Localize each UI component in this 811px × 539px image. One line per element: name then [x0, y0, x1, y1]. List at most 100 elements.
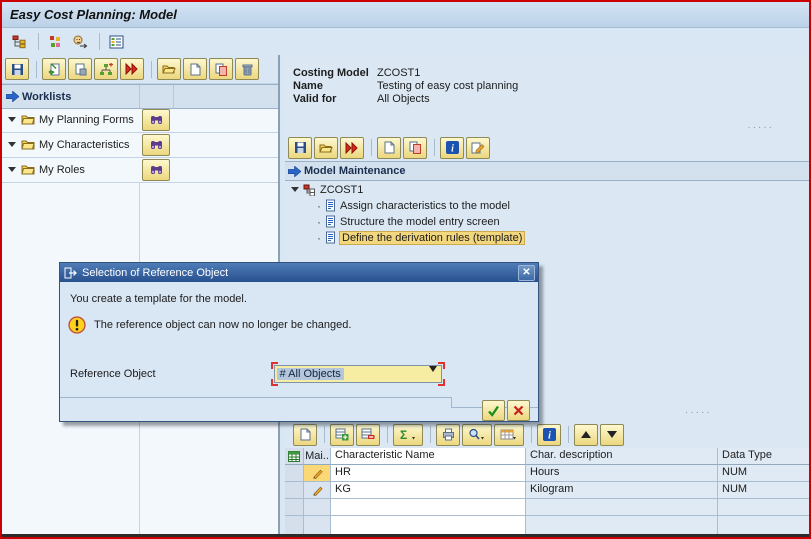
- worklist-item-label[interactable]: My Planning Forms: [39, 114, 134, 126]
- column-header-characteristic-name[interactable]: Characteristic Name: [331, 448, 526, 465]
- table-view-icon[interactable]: [105, 32, 127, 52]
- info-button[interactable]: i: [537, 423, 561, 446]
- sap-window: Easy Cost Planning: Model Worklists My P…: [0, 0, 811, 539]
- new-document-button[interactable]: [183, 58, 207, 80]
- table-row[interactable]: [285, 499, 809, 516]
- insert-row-button[interactable]: [330, 423, 354, 446]
- open-button[interactable]: [157, 58, 181, 80]
- data-type-cell[interactable]: NUM: [718, 482, 809, 499]
- save-button[interactable]: [5, 58, 29, 80]
- delete-row-button[interactable]: [356, 423, 380, 446]
- table-row[interactable]: HR Hours NUM: [285, 465, 809, 482]
- tree-item-label[interactable]: Structure the model entry screen: [340, 216, 500, 228]
- column-header-maintain[interactable]: Mai..: [304, 448, 331, 465]
- data-type-cell[interactable]: NUM: [718, 465, 809, 482]
- worklist-item-label[interactable]: My Roles: [39, 164, 85, 176]
- characteristic-name-cell[interactable]: HR: [331, 465, 526, 482]
- document-icon: [326, 215, 335, 228]
- toolbar-separator: [324, 426, 325, 443]
- worklist-item-roles[interactable]: My Roles: [2, 157, 278, 183]
- row-selector[interactable]: [285, 465, 304, 482]
- find-view-button[interactable]: [462, 423, 492, 446]
- row-selector[interactable]: [285, 482, 304, 499]
- find-button[interactable]: [142, 133, 170, 156]
- characteristic-name-cell[interactable]: KG: [331, 482, 526, 499]
- collapse-caret-icon[interactable]: [8, 142, 16, 147]
- tree-item-define-derivation-rules[interactable]: · Define the derivation rules (template): [317, 230, 526, 245]
- print-button[interactable]: [436, 423, 460, 446]
- display-entry-button[interactable]: [68, 58, 92, 80]
- data-type-cell[interactable]: [718, 499, 809, 516]
- grid-settings-button[interactable]: [494, 423, 524, 446]
- find-button[interactable]: [142, 108, 170, 131]
- tree-item-structure-entry-screen[interactable]: · Structure the model entry screen: [317, 214, 500, 229]
- close-icon[interactable]: ✕: [518, 265, 535, 281]
- fast-forward-button[interactable]: [120, 58, 144, 80]
- cancel-button[interactable]: [507, 400, 530, 421]
- char-description-cell[interactable]: Hours: [526, 465, 718, 482]
- move-down-button[interactable]: [600, 423, 624, 446]
- find-button[interactable]: [142, 158, 170, 181]
- characteristics-table: Mai.. Characteristic Name Char. descript…: [285, 448, 809, 537]
- tree-root-zcost1[interactable]: ZCOST1: [291, 182, 363, 197]
- dialog-message: You create a template for the model.: [70, 293, 247, 305]
- info-button[interactable]: i: [440, 136, 464, 159]
- tree-item-label[interactable]: Assign characteristics to the model: [340, 200, 510, 212]
- sum-button[interactable]: Σ: [393, 423, 423, 446]
- characteristic-name-cell[interactable]: [331, 499, 526, 516]
- fast-forward-button[interactable]: [340, 136, 364, 159]
- row-selector[interactable]: [285, 499, 304, 516]
- dialog-exit-icon: [64, 267, 77, 278]
- delete-button[interactable]: [235, 58, 259, 80]
- worklist-toolbar: [2, 55, 278, 84]
- maintain-cell[interactable]: [304, 465, 331, 482]
- collapse-caret-icon[interactable]: [8, 167, 16, 172]
- title-bar: Easy Cost Planning: Model: [2, 2, 809, 28]
- new-document-button[interactable]: [293, 423, 317, 446]
- assign-user-icon[interactable]: [69, 32, 91, 52]
- move-up-button[interactable]: [574, 423, 598, 446]
- tree-item-assign-characteristics[interactable]: · Assign characteristics to the model: [317, 198, 510, 213]
- copy-button[interactable]: [403, 136, 427, 159]
- maintain-cell[interactable]: [304, 499, 331, 516]
- dialog-title-bar[interactable]: Selection of Reference Object ✕: [60, 263, 538, 282]
- dialog-footer-divider: [60, 397, 452, 398]
- maintain-cell[interactable]: [304, 482, 331, 499]
- blocks-icon[interactable]: [44, 32, 66, 52]
- toolbar-separator: [434, 139, 435, 156]
- blue-arrow-icon: [288, 165, 301, 177]
- char-description-cell[interactable]: Kilogram: [526, 482, 718, 499]
- collapse-caret-icon[interactable]: [291, 187, 299, 192]
- tree-item-label-highlighted[interactable]: Define the derivation rules (template): [338, 230, 526, 245]
- table-corner-icon[interactable]: [285, 448, 304, 465]
- create-entry-button[interactable]: [42, 58, 66, 80]
- confirm-button[interactable]: [482, 400, 505, 421]
- splitter-handle[interactable]: ·····: [685, 408, 712, 418]
- column-header-data-type[interactable]: Data Type: [718, 448, 809, 465]
- chevron-down-icon[interactable]: [428, 366, 437, 384]
- worklist-item-label[interactable]: My Characteristics: [39, 139, 129, 151]
- tree-root-label[interactable]: ZCOST1: [320, 184, 363, 196]
- toolbar-separator: [568, 426, 569, 443]
- new-document-button[interactable]: [377, 136, 401, 159]
- reference-object-dropdown[interactable]: # All Objects: [273, 365, 442, 384]
- splitter-handle[interactable]: ·····: [747, 123, 774, 133]
- save-button[interactable]: [288, 136, 312, 159]
- worklists-header: Worklists: [2, 84, 278, 109]
- collapse-caret-icon[interactable]: [8, 117, 16, 122]
- worklist-item-planning-forms[interactable]: My Planning Forms: [2, 107, 278, 133]
- char-description-cell[interactable]: [526, 499, 718, 516]
- bullet: ·: [317, 214, 321, 229]
- hierarchy-tree-icon[interactable]: [8, 32, 30, 52]
- folder-icon: [21, 115, 35, 125]
- column-header-char-description[interactable]: Char. description: [526, 448, 718, 465]
- model-maintenance-header: Model Maintenance: [285, 161, 809, 181]
- worklist-item-characteristics[interactable]: My Characteristics: [2, 132, 278, 158]
- edit-button[interactable]: [466, 136, 490, 159]
- copy-button[interactable]: [209, 58, 233, 80]
- reference-object-value[interactable]: # All Objects: [276, 368, 344, 380]
- hierarchy-insert-button[interactable]: [94, 58, 118, 80]
- open-button[interactable]: [314, 136, 338, 159]
- reference-object-row: Reference Object # All Objects: [70, 362, 445, 386]
- table-row[interactable]: KG Kilogram NUM: [285, 482, 809, 499]
